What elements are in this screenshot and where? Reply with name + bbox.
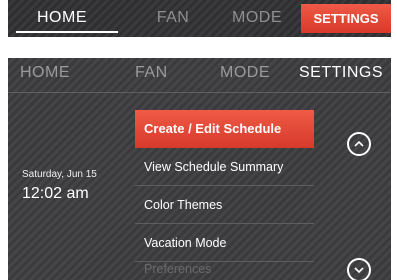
menu-item-view-schedule-summary[interactable]: View Schedule Summary — [135, 148, 314, 186]
date-label: Saturday, Jun 15 — [22, 169, 97, 180]
top-tab-fan[interactable]: FAN — [148, 0, 198, 33]
tab-fan[interactable]: FAN — [135, 64, 168, 82]
tab-home[interactable]: HOME — [20, 64, 70, 82]
menu-item-create-edit-schedule[interactable]: Create / Edit Schedule — [135, 110, 314, 148]
time-label: 12:02 am — [22, 185, 89, 202]
tab-mode[interactable]: MODE — [220, 64, 270, 82]
active-tab-indicator — [16, 31, 118, 33]
chevron-down-icon — [354, 267, 364, 274]
chevron-up-icon — [354, 140, 364, 147]
tab-settings[interactable]: SETTINGS — [299, 64, 383, 82]
scroll-up-button[interactable] — [347, 132, 371, 156]
thermostat-panel: HOME FAN MODE SETTINGS Saturday, Jun 15 … — [8, 58, 391, 280]
top-nav-bar: HOME FAN MODE SETTINGS — [8, 0, 391, 37]
menu-item-vacation-mode[interactable]: Vacation Mode — [135, 224, 314, 262]
main-nav-bar: HOME FAN MODE SETTINGS — [8, 58, 391, 92]
nav-divider — [8, 92, 391, 93]
settings-menu: Create / Edit Schedule View Schedule Sum… — [135, 110, 314, 276]
menu-item-preferences[interactable]: Preferences — [135, 262, 314, 276]
menu-item-color-themes[interactable]: Color Themes — [135, 186, 314, 224]
top-tab-settings[interactable]: SETTINGS — [301, 4, 391, 33]
top-tab-home[interactable]: HOME — [27, 0, 97, 33]
scroll-down-button[interactable] — [347, 258, 371, 280]
top-tab-mode[interactable]: MODE — [222, 0, 292, 33]
